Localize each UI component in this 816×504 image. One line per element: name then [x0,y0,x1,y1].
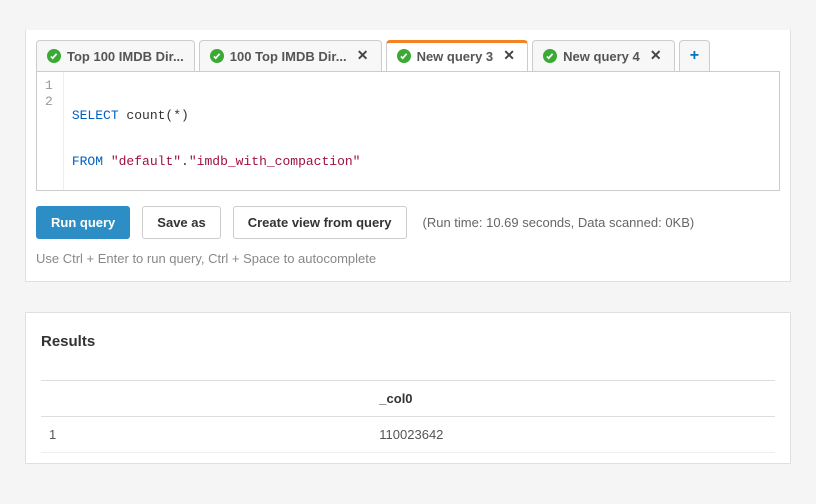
sql-editor[interactable]: 1 2 SELECT count(*) FROM "default"."imdb… [36,71,780,191]
tab-2[interactable]: New query 3 ✕ [386,40,529,71]
col-header-0: _col0 [371,381,775,417]
tab-0[interactable]: Top 100 IMDB Dir... [36,40,195,71]
shortcut-hint: Use Ctrl + Enter to run query, Ctrl + Sp… [26,251,790,281]
tab-label: 100 Top IMDB Dir... [230,49,347,64]
run-info: (Run time: 10.69 seconds, Data scanned: … [423,215,695,230]
code-area[interactable]: SELECT count(*) FROM "default"."imdb_wit… [64,72,369,190]
tab-label: New query 4 [563,49,640,64]
close-icon[interactable]: ✕ [355,48,371,64]
success-icon [210,49,224,63]
success-icon [543,49,557,63]
results-table: _col0 1 110023642 [41,380,775,453]
cell-rownum: 1 [41,417,371,453]
new-tab-button[interactable]: + [679,40,710,71]
line-gutter: 1 2 [37,72,64,190]
tab-label: Top 100 IMDB Dir... [67,49,184,64]
tabs-bar: Top 100 IMDB Dir... 100 Top IMDB Dir... … [26,30,790,71]
col-header-rownum [41,381,371,417]
results-panel: Results _col0 1 110023642 [25,312,791,464]
tab-1[interactable]: 100 Top IMDB Dir... ✕ [199,40,382,71]
close-icon[interactable]: ✕ [648,48,664,64]
table-row: 1 110023642 [41,417,775,453]
cell-value: 110023642 [371,417,775,453]
results-heading: Results [41,333,775,350]
tab-label: New query 3 [417,49,494,64]
success-icon [397,49,411,63]
save-as-button[interactable]: Save as [142,206,220,239]
create-view-button[interactable]: Create view from query [233,206,407,239]
tab-3[interactable]: New query 4 ✕ [532,40,675,71]
action-row: Run query Save as Create view from query… [26,206,790,251]
run-query-button[interactable]: Run query [36,206,130,239]
close-icon[interactable]: ✕ [501,48,517,64]
query-panel: Top 100 IMDB Dir... 100 Top IMDB Dir... … [25,30,791,282]
success-icon [47,49,61,63]
